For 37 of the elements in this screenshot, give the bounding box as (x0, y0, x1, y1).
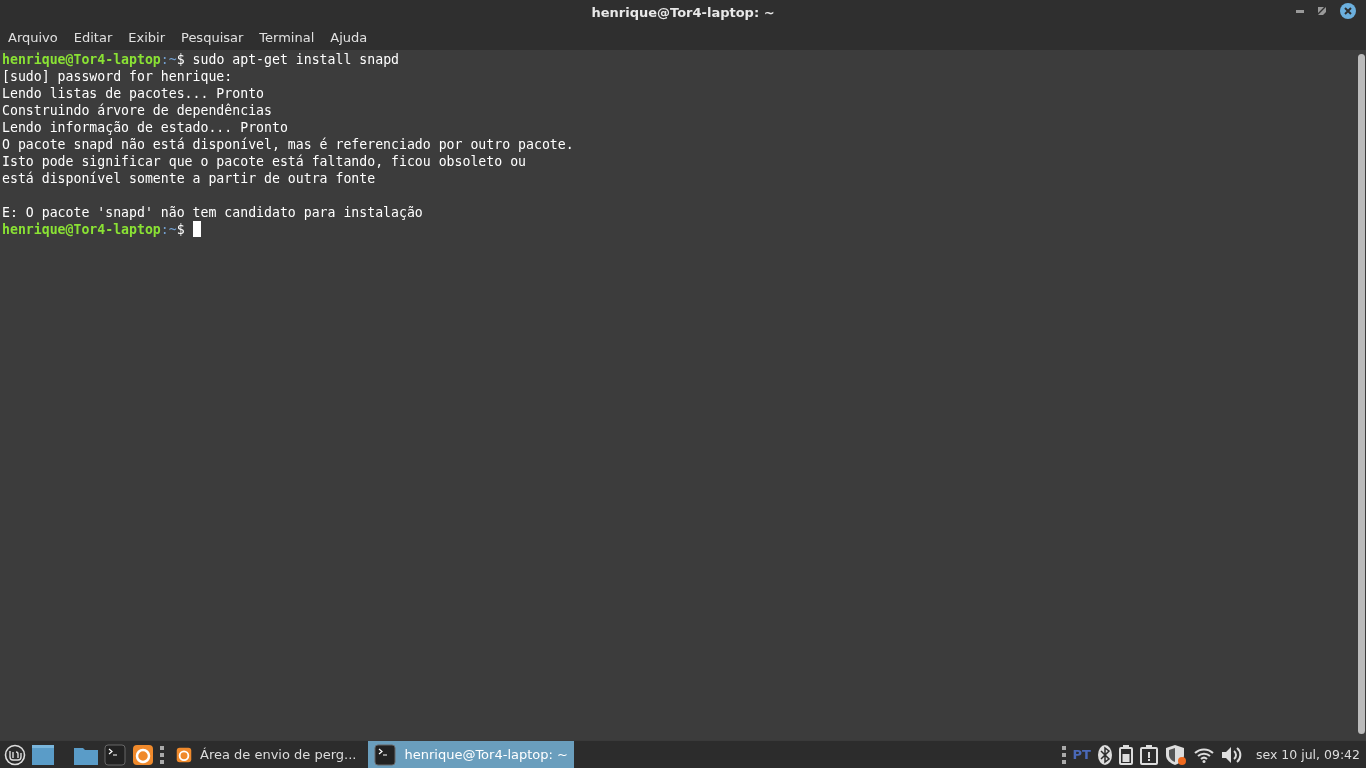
output-line: Lendo informação de estado... Pronto (2, 119, 289, 136)
shield-icon[interactable] (1164, 743, 1187, 766)
desktop-icon[interactable] (32, 744, 54, 765)
taskbar-window-button[interactable]: Área de envio de perg... (170, 741, 363, 768)
output-line: está disponível somente a partir de outra fonte (2, 170, 377, 187)
volume-icon[interactable] (1220, 745, 1243, 764)
grip-icon (1061, 745, 1066, 764)
menu-item[interactable]: Editar (67, 29, 119, 45)
output-line: Lendo listas de pacotes... Pronto (2, 85, 265, 102)
scrollbar-thumb[interactable] (1357, 54, 1365, 734)
close-icon[interactable] (1340, 3, 1356, 19)
maximize-icon[interactable] (1318, 7, 1326, 15)
prompt-line: henrique@Tor4-laptop:~$ sudo apt-get install snapd (2, 51, 400, 68)
clock[interactable]: sex 10 jul, 09:42 (1255, 747, 1360, 762)
window-title: henrique@Tor4-laptop: ~ (591, 4, 775, 20)
minimize-icon[interactable] (1296, 9, 1304, 13)
battery-icon[interactable] (1118, 744, 1133, 765)
output-line: Isto pode significar que o pacote está faltando, ficou obsoleto ou (2, 153, 527, 170)
browser-icon[interactable] (176, 746, 192, 763)
output-line: Construindo árvore de dependências (2, 102, 273, 119)
terminal-icon[interactable] (104, 743, 126, 766)
output-line: [sudo] password for henrique: (2, 68, 234, 85)
menu-item[interactable]: Exibir (122, 29, 171, 45)
wifi-icon[interactable] (1193, 746, 1214, 763)
grip-icon (160, 745, 164, 764)
menu-logo-icon[interactable] (4, 743, 26, 766)
menu-item[interactable]: Ajuda (324, 29, 374, 45)
clipboard-alert-icon[interactable] (1139, 744, 1158, 765)
prompt-line: henrique@Tor4-laptop:~$ (2, 221, 1356, 238)
output-line: O pacote snapd não está disponível, mas é referenciado por outro pacote. (2, 136, 575, 153)
bluetooth-icon[interactable] (1097, 744, 1112, 765)
browser-icon[interactable] (132, 743, 154, 766)
menu-item[interactable]: Arquivo (2, 29, 64, 45)
menu-item[interactable]: Pesquisar (175, 29, 250, 45)
output-line: E: O pacote 'snapd' não tem candidato para instalação (2, 204, 424, 221)
menu-item[interactable]: Terminal (253, 29, 321, 45)
terminal-icon[interactable] (374, 743, 397, 766)
